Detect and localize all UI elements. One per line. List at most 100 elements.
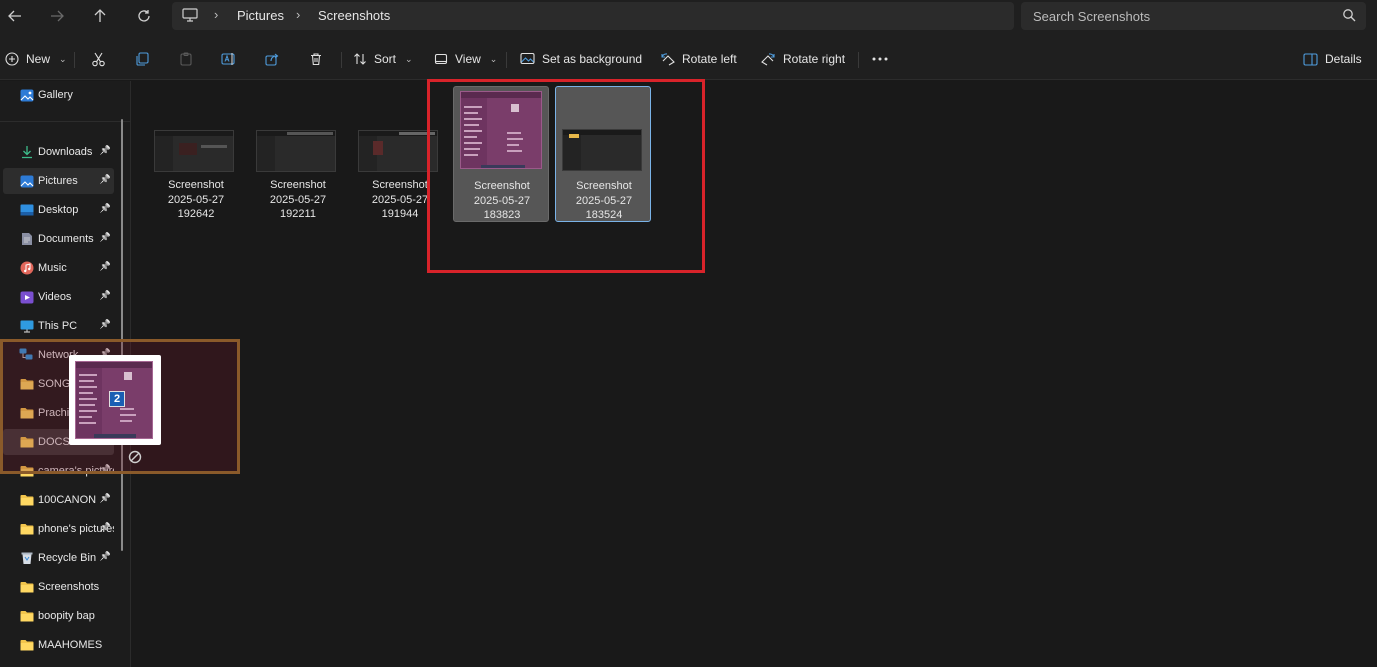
file-name-time: 192642 [177,208,215,220]
sort-icon [354,53,366,65]
more-icon [872,57,888,61]
file-name: Screenshot 2025-05-27 192211 [250,178,346,222]
command-bar: New ⌄ Sort ⌄ View ⌄ Set as background Rotat… [0,38,1377,80]
chevron-down-icon: ⌄ [405,53,413,64]
pin-icon: 📌 [99,551,111,561]
file-name-time: 192211 [280,208,316,220]
rotate-left-icon [661,53,675,66]
forward-button[interactable] [42,4,72,28]
file-thumbnail [256,130,336,172]
folder-icon [19,493,34,507]
pin-icon: 📌 [99,290,111,300]
pin-icon: 📌 [99,522,111,532]
rotate-right-icon [761,53,775,66]
cut-button[interactable] [86,47,110,71]
computer-icon [182,8,198,22]
recycle-bin-icon [19,551,34,565]
new-button[interactable]: New ⌄ [5,47,67,71]
file-thumbnail [154,130,234,172]
folder-icon [19,638,34,652]
gallery-icon [19,88,34,102]
breadcrumb-pictures[interactable]: Pictures [237,8,284,23]
new-label: New [26,52,51,66]
pin-icon: 📌 [99,145,111,155]
back-button[interactable] [0,4,30,28]
divider [341,52,342,68]
pin-icon: 📌 [99,319,111,329]
pictures-icon [19,174,34,188]
pin-icon: 📌 [99,174,111,184]
sidebar-item-100canon[interactable]: 100CANON 📌 [3,487,114,513]
breadcrumb-screenshots[interactable]: Screenshots [318,8,390,23]
file-name-date: 2025-05-27 [167,193,225,206]
trash-icon [311,53,321,66]
plus-circle-icon [5,52,19,66]
set-as-background-button[interactable]: Set as background [520,47,642,71]
sidebar-item-this-pc[interactable]: This PC 📌 [3,313,114,339]
view-label: View [455,52,481,66]
sidebar-scrollbar[interactable] [121,119,123,551]
sidebar-item-desktop[interactable]: Desktop 📌 [3,197,114,223]
music-icon [19,261,34,275]
file-thumbnail [358,130,438,172]
file-name-date: 2025-05-27 [269,193,327,206]
drag-preview: 2 [69,355,161,445]
breadcrumb-chevron-icon: › [214,7,219,22]
sidebar-item-maahomes[interactable]: MAAHOMES [3,632,114,658]
sidebar-item-label: boopity bap [38,610,95,622]
paste-button[interactable] [174,47,198,71]
up-button[interactable] [85,4,115,28]
divider [858,52,859,68]
file-name-name: Screenshot [270,179,326,191]
delete-button[interactable] [304,47,328,71]
rename-button[interactable] [217,47,241,71]
documents-icon [19,232,34,246]
selection-annotation-box [427,79,705,273]
sidebar-item-label: Screenshots [38,581,100,593]
refresh-button[interactable] [129,4,159,28]
image-icon [520,52,535,65]
sidebar-item-music[interactable]: Music 📌 [3,255,114,281]
copy-icon [136,52,149,66]
sidebar-item-boopity-bap[interactable]: boopity bap [3,603,114,629]
divider [506,52,507,68]
sidebar-item-documents[interactable]: Documents 📌 [3,226,114,252]
rotate-left-label: Rotate left [682,52,737,66]
sidebar-item-pictures[interactable]: Pictures 📌 [3,168,114,194]
file-name-name: Screenshot [168,179,224,191]
sidebar-item-gallery[interactable]: Gallery [3,82,114,108]
sidebar-item-label: MAAHOMES [38,639,103,651]
details-pane-icon [1303,52,1318,66]
paste-icon [180,52,192,66]
file-name: Screenshot 2025-05-27 192642 [148,178,244,222]
scissors-icon [91,52,105,66]
sort-button[interactable]: Sort ⌄ [353,47,413,71]
more-options-button[interactable] [868,47,892,71]
file-tile[interactable]: Screenshot 2025-05-27 192642 [148,86,244,222]
rotate-left-button[interactable]: Rotate left [660,47,737,71]
copy-button[interactable] [130,47,154,71]
sidebar-item-videos[interactable]: Videos 📌 [3,284,114,310]
pin-icon: 📌 [99,493,111,503]
search-box [1021,2,1366,30]
set-as-background-label: Set as background [542,52,643,66]
refresh-icon [138,10,150,22]
sidebar-item-downloads[interactable]: Downloads 📌 [3,139,114,165]
search-input[interactable] [1021,2,1331,30]
details-button[interactable]: Details [1303,47,1362,71]
rename-icon [221,53,235,65]
sidebar-item-screenshots[interactable]: Screenshots [3,574,114,600]
folder-icon [19,609,34,623]
rotate-right-button[interactable]: Rotate right [761,47,845,71]
search-icon [1343,9,1356,22]
sidebar-item-recycle-bin[interactable]: Recycle Bin 📌 [3,545,114,571]
pin-icon: 📌 [99,261,111,271]
sidebar-item-phone-s-pictures[interactable]: phone's pictures 📌 [3,516,114,542]
view-button[interactable]: View ⌄ [434,47,497,71]
sort-label: Sort [374,52,397,66]
breadcrumb-chevron-icon: › [296,7,301,22]
address-box[interactable]: › Pictures › Screenshots [172,2,1014,30]
folder-icon [19,522,34,536]
file-tile[interactable]: Screenshot 2025-05-27 192211 [250,86,346,222]
share-button[interactable] [260,47,284,71]
